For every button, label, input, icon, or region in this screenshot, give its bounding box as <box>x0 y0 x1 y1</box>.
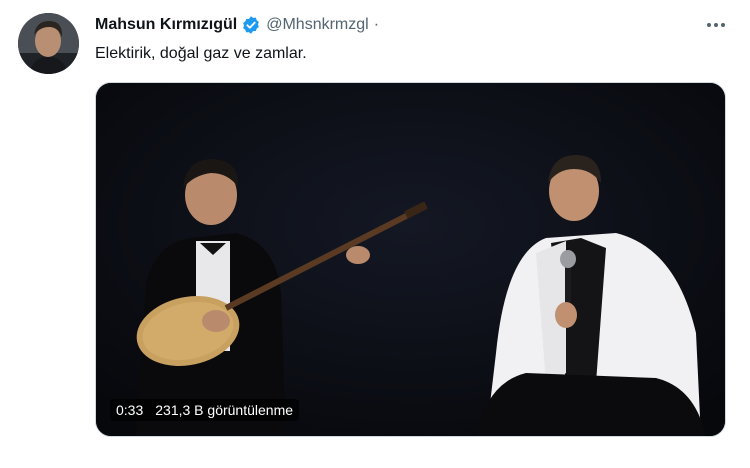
tweet: Mahsun Kırmızıgül @Mhsnkrmzgl · Elektiri… <box>0 0 750 468</box>
author-display-name[interactable]: Mahsun Kırmızıgül <box>95 16 237 34</box>
video-player[interactable]: 0:33 231,3 B görüntülenme <box>95 82 726 437</box>
author-handle[interactable]: @Mhsnkrmzgl <box>266 16 368 34</box>
video-view-count: 231,3 B görüntülenme <box>155 402 294 418</box>
video-info-overlay: 0:33 231,3 B görüntülenme <box>110 399 300 421</box>
video-duration: 0:33 <box>116 402 144 418</box>
tweet-text: Elektirik, doğal gaz ve zamlar. <box>95 45 307 62</box>
more-horizontal-icon <box>707 23 711 27</box>
more-options-button[interactable] <box>702 14 730 36</box>
separator-dot: · <box>373 16 380 33</box>
avatar[interactable] <box>18 13 79 74</box>
tweet-header: Mahsun Kırmızıgül @Mhsnkrmzgl · <box>95 14 379 36</box>
verified-badge-icon <box>241 15 261 35</box>
video-frame <box>96 83 725 436</box>
